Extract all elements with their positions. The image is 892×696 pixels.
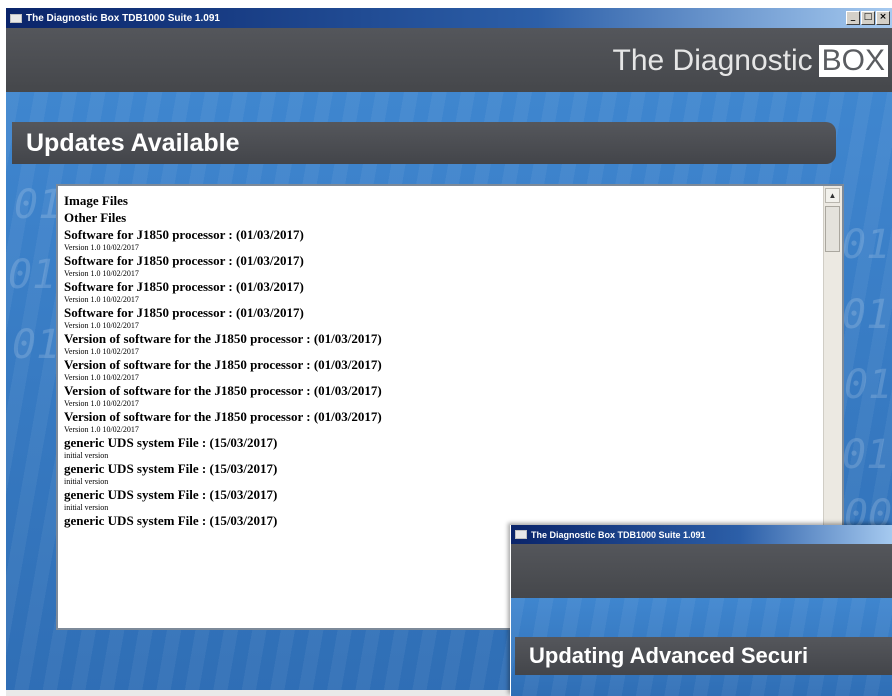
list-item-subtitle: Version 1.0 10/02/2017 — [64, 243, 139, 252]
binary-decoration: 01 — [842, 292, 891, 338]
list-item-subtitle: Version 1.0 10/02/2017 — [64, 399, 139, 408]
maximize-button[interactable]: □ — [861, 11, 875, 25]
binary-decoration: 01 — [844, 362, 892, 408]
list-item-subtitle: initial version — [64, 451, 109, 460]
progress-window-title: The Diagnostic Box TDB1000 Suite 1.091 — [531, 529, 706, 540]
list-item-title: Other Files — [64, 210, 127, 225]
list-item-title: generic UDS system File : (15/03/2017) — [64, 435, 278, 450]
scrollbar-thumb[interactable] — [825, 206, 840, 252]
progress-window: The Diagnostic Box TDB1000 Suite 1.091 U… — [510, 525, 892, 696]
list-item-title: Software for J1850 processor : (01/03/20… — [64, 227, 304, 242]
list-item-subtitle: Version 1.0 10/02/2017 — [64, 269, 139, 278]
minimize-button[interactable]: _ — [846, 11, 860, 25]
list-item[interactable]: Version of software for the J1850 proces… — [64, 408, 822, 434]
list-item-subtitle: initial version — [64, 477, 109, 486]
list-item-title: Software for J1850 processor : (01/03/20… — [64, 279, 304, 294]
list-item-title: Image Files — [64, 193, 128, 208]
list-item-title: generic UDS system File : (15/03/2017) — [64, 461, 278, 476]
list-item[interactable]: generic UDS system File : (15/03/2017) in… — [64, 460, 822, 486]
list-item-subtitle: Version 1.0 10/02/2017 — [64, 425, 139, 434]
list-item-title: Software for J1850 processor : (01/03/20… — [64, 305, 304, 320]
binary-decoration: 01 — [12, 322, 61, 368]
brand-logo: The Diagnostic BOX — [613, 44, 888, 78]
list-item-subtitle: Version 1.0 10/02/2017 — [64, 295, 139, 304]
list-item[interactable]: Version of software for the J1850 proces… — [64, 356, 822, 382]
list-item[interactable]: Other Files — [64, 209, 822, 226]
list-item-subtitle: Version 1.0 10/02/2017 — [64, 347, 139, 356]
list-item-title: Version of software for the J1850 proces… — [64, 383, 382, 398]
brand-text: The Diagnostic — [612, 44, 813, 77]
header-banner: The Diagnostic BOX — [6, 28, 892, 92]
list-item[interactable]: Software for J1850 processor : (01/03/20… — [64, 226, 822, 252]
list-item[interactable]: Software for J1850 processor : (01/03/20… — [64, 304, 822, 330]
list-item[interactable]: generic UDS system File : (15/03/2017) in… — [64, 434, 822, 460]
list-item-subtitle: initial version — [64, 503, 109, 512]
page-heading: Updates Available — [12, 122, 836, 164]
list-item-title: Software for J1850 processor : (01/03/20… — [64, 253, 304, 268]
close-button[interactable]: × — [876, 11, 890, 25]
progress-window-heading: Updating Advanced Securi — [515, 637, 892, 675]
list-item[interactable]: Version of software for the J1850 proces… — [64, 330, 822, 356]
title-bar[interactable]: The Diagnostic Box TDB1000 Suite 1.091 _… — [6, 8, 892, 28]
list-item-title: Version of software for the J1850 proces… — [64, 409, 382, 424]
list-item-title: Version of software for the J1850 proces… — [64, 357, 382, 372]
list-item-subtitle: Version 1.0 10/02/2017 — [64, 321, 139, 330]
progress-window-banner — [511, 544, 892, 598]
progress-window-title-bar[interactable]: The Diagnostic Box TDB1000 Suite 1.091 — [511, 525, 892, 544]
list-item-title: Version of software for the J1850 proces… — [64, 331, 382, 346]
binary-decoration: 01 — [842, 222, 891, 268]
list-item[interactable]: Software for J1850 processor : (01/03/20… — [64, 278, 822, 304]
app-icon — [515, 530, 527, 539]
list-item[interactable]: Version of software for the J1850 proces… — [64, 382, 822, 408]
list-item-subtitle: Version 1.0 10/02/2017 — [64, 373, 139, 382]
binary-decoration: 01 — [14, 182, 63, 228]
list-item-title: generic UDS system File : (15/03/2017) — [64, 487, 278, 502]
window-controls: _ □ × — [846, 11, 890, 25]
list-item[interactable]: Software for J1850 processor : (01/03/20… — [64, 252, 822, 278]
binary-decoration: 01 — [842, 432, 891, 478]
list-item[interactable]: Image Files — [64, 192, 822, 209]
scroll-up-arrow-icon[interactable]: ▲ — [825, 188, 840, 203]
binary-decoration: 01 — [8, 252, 57, 298]
list-item[interactable]: generic UDS system File : (15/03/2017) in… — [64, 486, 822, 512]
window-title: The Diagnostic Box TDB1000 Suite 1.091 — [26, 12, 220, 24]
brand-box: BOX — [818, 45, 888, 77]
app-icon — [10, 13, 22, 23]
